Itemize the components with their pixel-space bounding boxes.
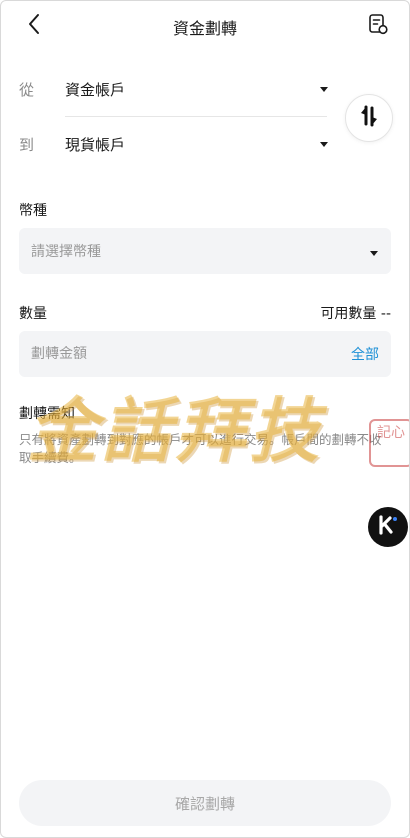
caret-down-icon	[369, 242, 379, 261]
notice-title: 劃轉需知	[19, 406, 75, 422]
amount-input[interactable]	[31, 346, 351, 362]
page-title: 資金劃轉	[172, 19, 237, 38]
floating-k-button[interactable]	[368, 507, 408, 547]
swap-vertical-icon	[358, 105, 380, 131]
amount-field: 全部	[19, 331, 391, 377]
currency-placeholder: 請選擇幣種	[31, 244, 101, 260]
divider	[65, 116, 327, 117]
record-icon	[367, 13, 389, 39]
header: 資金劃轉	[1, 1, 409, 51]
history-button[interactable]	[363, 11, 393, 41]
from-account-select[interactable]: 資金帳戶	[65, 79, 317, 100]
to-label: 到	[19, 135, 35, 154]
caret-down-icon[interactable]	[317, 137, 331, 151]
notice-text: 只有將資產劃轉到對應的帳戶才可以進行交易。帳戶間的劃轉不收取手續費。	[19, 432, 382, 465]
amount-label: 數量	[19, 306, 47, 322]
swap-accounts-button[interactable]	[345, 94, 393, 142]
to-account-select[interactable]: 現貨帳戶	[65, 134, 317, 155]
currency-select[interactable]: 請選擇幣種	[19, 228, 391, 274]
k-logo-icon	[376, 513, 400, 541]
caret-down-icon[interactable]	[317, 82, 331, 96]
confirm-transfer-button[interactable]: 確認劃轉	[19, 780, 391, 826]
to-account-row[interactable]: 到 現貨帳戶	[19, 124, 331, 164]
from-account-row[interactable]: 從 資金帳戶	[19, 69, 331, 109]
page-frame: 資金劃轉 從 資金帳戶 到 現貨帳戶 幣種 請選擇幣種 數量 可用數量 -- 劃…	[0, 0, 410, 838]
from-label: 從	[19, 80, 35, 99]
all-button[interactable]: 全部	[351, 344, 379, 364]
available-amount: 可用數量 --	[320, 306, 391, 322]
currency-label: 幣種	[19, 203, 47, 219]
